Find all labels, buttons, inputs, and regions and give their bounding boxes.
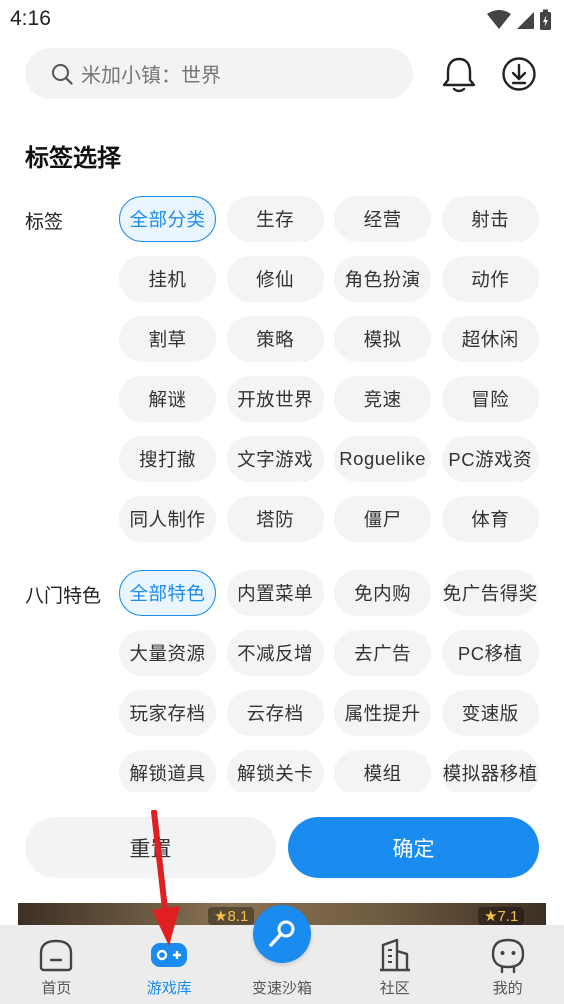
feature-chip[interactable]: 内置菜单: [226, 570, 324, 616]
tag-chip[interactable]: 挂机: [119, 256, 216, 302]
feature-chip[interactable]: 解锁关卡: [226, 750, 324, 792]
feature-chip[interactable]: 大量资源: [119, 630, 216, 676]
nav-item-speed-sandbox[interactable]: 变速沙箱: [226, 905, 339, 1004]
home-icon: [40, 939, 73, 972]
tag-chip[interactable]: PC游戏资: [441, 436, 539, 482]
feature-chip[interactable]: 免广告得奖: [441, 570, 539, 616]
tag-chip[interactable]: 冒险: [441, 376, 539, 422]
feature-chip[interactable]: 免内购: [334, 570, 432, 616]
game-rating-left: ★8.1: [208, 907, 255, 925]
tag-chip[interactable]: 动作: [441, 256, 539, 302]
feature-chip[interactable]: 不减反增: [226, 630, 324, 676]
confirm-button[interactable]: 确定: [288, 817, 539, 878]
feature-chip[interactable]: 玩家存档: [119, 690, 216, 736]
feature-chip[interactable]: 去广告: [334, 630, 432, 676]
tag-chip[interactable]: 超休闲: [441, 316, 539, 362]
nav-label: 变速沙箱: [251, 980, 312, 997]
tag-chip[interactable]: 策略: [226, 316, 324, 362]
sandbox-button: [252, 905, 311, 963]
tag-chip[interactable]: 塔防: [226, 496, 324, 542]
status-time: 4:16: [10, 7, 51, 30]
tag-chip[interactable]: 全部分类: [119, 196, 216, 242]
tag-chip[interactable]: 僵尸: [334, 496, 432, 542]
tag-chip[interactable]: 修仙: [226, 256, 324, 302]
feature-chip[interactable]: PC移植: [441, 630, 539, 676]
nav-item-profile[interactable]: 我的: [451, 925, 564, 1004]
feature-chip[interactable]: 模拟器移植: [441, 750, 539, 792]
tag-chip[interactable]: 体育: [441, 496, 539, 542]
nav-item-community[interactable]: 社区: [338, 925, 451, 1004]
bell-icon[interactable]: [441, 56, 477, 94]
tag-chip[interactable]: 竞速: [334, 376, 432, 422]
nav-item-home[interactable]: 首页: [0, 925, 113, 1004]
feature-chip[interactable]: 云存档: [226, 690, 324, 736]
filter-title: 标签选择: [25, 145, 121, 172]
community-icon: [379, 938, 410, 972]
tag-chip[interactable]: 经营: [334, 196, 432, 242]
bottom-nav: 首页 游戏库 变速沙箱 社区 我的: [0, 905, 564, 1004]
top-bar: 米加小镇：世界: [0, 48, 564, 100]
nav-label: 社区: [379, 980, 410, 997]
feature-chip[interactable]: 属性提升: [334, 690, 432, 736]
feature-chip[interactable]: 解锁道具: [119, 750, 216, 792]
scroll-fade: [0, 790, 564, 810]
signal-icon: [517, 12, 534, 29]
nav-label: 首页: [41, 980, 72, 997]
tag-chip[interactable]: 同人制作: [119, 496, 216, 542]
search-placeholder: 米加小镇：世界: [81, 65, 221, 87]
feature-chip-grid: 全部特色 内置菜单 免内购 免广告得奖大量资源 不减反增 去广告 PC移植玩家存档 云存档 属性…: [119, 570, 539, 792]
feature-group-label: 八门特色: [25, 586, 102, 607]
tag-chip[interactable]: 割草: [119, 316, 216, 362]
sandbox-key-icon: [269, 920, 295, 947]
tag-chip[interactable]: 角色扮演: [334, 256, 432, 302]
feature-chip[interactable]: 模组: [334, 750, 432, 792]
search-input[interactable]: 米加小镇：世界: [25, 48, 413, 99]
download-icon[interactable]: [501, 56, 537, 92]
annotation-arrow-icon: [151, 810, 180, 946]
search-icon: [52, 63, 73, 85]
tag-chip-grid: 全部分类 生存 经营 射击挂机 修仙 角色扮演 动作割草 策略 模拟 超休闲解谜 开放世界 竞速 冒险搜…: [119, 196, 539, 542]
status-bar: 4:16: [0, 0, 564, 40]
tag-chip[interactable]: 开放世界: [226, 376, 324, 422]
feature-chip[interactable]: 全部特色: [119, 570, 216, 616]
nav-label: 游戏库: [146, 980, 192, 997]
status-icons: [487, 9, 552, 31]
tag-chip[interactable]: 射击: [441, 196, 539, 242]
tag-group-label: 标签: [25, 212, 64, 233]
tag-chip[interactable]: 解谜: [119, 376, 216, 422]
battery-icon: [540, 9, 551, 30]
game-rating-right: ★7.1: [478, 907, 525, 925]
tag-chip[interactable]: 生存: [226, 196, 324, 242]
profile-icon: [491, 938, 524, 974]
tag-chip[interactable]: 搜打撤: [119, 436, 216, 482]
tag-chip[interactable]: Roguelike: [334, 436, 432, 482]
nav-label: 我的: [492, 980, 523, 997]
tag-chip[interactable]: 模拟: [334, 316, 432, 362]
tag-chip[interactable]: 文字游戏: [226, 436, 324, 482]
wifi-icon: [487, 10, 511, 29]
feature-chip[interactable]: 变速版: [441, 690, 539, 736]
